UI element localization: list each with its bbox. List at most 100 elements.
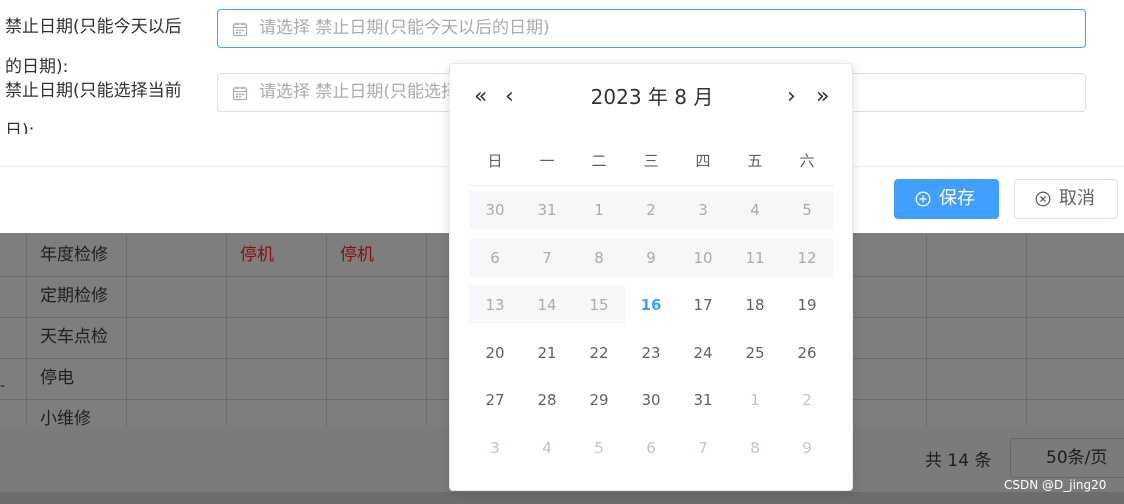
calendar-day[interactable]: 3: [469, 429, 521, 467]
calendar-day: 9: [625, 238, 677, 277]
calendar-day[interactable]: 29: [573, 381, 625, 419]
calendar-icon: [232, 22, 248, 37]
calendar-day[interactable]: 31: [677, 381, 729, 419]
calendar-day[interactable]: 7: [677, 429, 729, 467]
calendar-day[interactable]: 20: [469, 334, 521, 372]
weekday-header: 三: [643, 152, 659, 170]
calendar-day: 31: [521, 191, 573, 229]
calendar-day[interactable]: 26: [781, 334, 833, 372]
calendar-day: 30: [469, 191, 521, 229]
save-label: 保存: [939, 188, 975, 209]
table-cell: [326, 317, 426, 358]
table-cell: [126, 276, 226, 317]
date-picker-panel: « ‹ 2023 年 8 月 › » 日一二三四五六 30 31 1 2 3 4 5 6 7 8 9…: [449, 63, 853, 491]
calendar-day: 7: [521, 238, 573, 277]
weekday-header: 五: [747, 152, 763, 170]
table-cell: [926, 235, 1026, 276]
table-cell: 停机: [326, 235, 426, 276]
calendar-day: 4: [729, 191, 781, 229]
calendar-day: 3: [677, 191, 729, 229]
calendar-day: 13: [469, 286, 521, 325]
weekday-divider: [469, 185, 834, 186]
forbidden-date-input-1[interactable]: 请选择 禁止日期(只能今天以后的日期): [217, 9, 1086, 48]
table-cell: [226, 276, 326, 317]
calendar-day[interactable]: 18: [729, 286, 781, 324]
calendar-day[interactable]: 9: [781, 429, 833, 467]
table-cell: [926, 276, 1026, 317]
table-cell: [926, 358, 1026, 399]
row-name-cell: 定期检修: [26, 276, 126, 317]
weekday-header: 一: [539, 152, 555, 170]
field2-label-cont: 日):: [5, 121, 35, 134]
table-cell: [926, 399, 1026, 426]
table-cell: [1026, 235, 1124, 276]
save-button[interactable]: 保存: [894, 179, 999, 219]
date-input-placeholder: 请选择 禁止日期(只能选择: [259, 82, 459, 102]
calendar-day[interactable]: 2: [781, 381, 833, 419]
calendar-day: 5: [781, 191, 833, 229]
table-cell: [1026, 276, 1124, 317]
weekday-header: 二: [591, 152, 607, 170]
next-year-button[interactable]: »: [816, 84, 829, 110]
calendar-day[interactable]: 17: [677, 286, 729, 324]
table-cell: [326, 276, 426, 317]
page-size-select[interactable]: 50条/页: [1010, 438, 1124, 478]
calendar-day[interactable]: 19: [781, 286, 833, 324]
table-cell: [226, 317, 326, 358]
calendar-day[interactable]: 5: [573, 429, 625, 467]
cancel-button[interactable]: 取消: [1014, 179, 1118, 219]
calendar-day[interactable]: 4: [521, 429, 573, 467]
calendar-day: 8: [573, 238, 625, 277]
calendar-day[interactable]: 25: [729, 334, 781, 372]
date-input-placeholder: 请选择 禁止日期(只能今天以后的日期): [259, 18, 550, 38]
row-name-cell: 年度检修: [26, 235, 126, 276]
table-cell: [1026, 399, 1124, 426]
calendar-day[interactable]: 1: [729, 381, 781, 419]
horizontal-scrollbar[interactable]: [0, 492, 1124, 504]
field1-label: 禁止日期(只能今天以后: [5, 17, 182, 37]
weekday-header: 日: [487, 152, 503, 170]
table-cell: [226, 399, 326, 426]
weekday-header: 四: [695, 152, 711, 170]
calendar-day[interactable]: 22: [573, 334, 625, 372]
calendar-day: 15: [573, 286, 625, 325]
calendar-day[interactable]: 27: [469, 381, 521, 419]
pagination-total: 共 14 条: [925, 451, 992, 471]
calendar-day: 2: [625, 191, 677, 229]
table-cell: [926, 317, 1026, 358]
calendar-day: 6: [469, 238, 521, 277]
row-name-cell: 天车点检: [26, 317, 126, 358]
table-cell: [326, 399, 426, 426]
next-month-button[interactable]: ›: [787, 84, 796, 110]
calendar-day: 10: [677, 238, 729, 277]
row-name-cell: 停电: [26, 358, 126, 399]
calendar-day[interactable]: 6: [625, 429, 677, 467]
table-cell: [126, 235, 226, 276]
calendar-day[interactable]: 30: [625, 381, 677, 419]
calendar-day: 14: [521, 286, 573, 325]
calendar-icon: [232, 86, 248, 101]
calendar-day[interactable]: 16: [625, 286, 677, 324]
plus-circle-icon: [915, 191, 931, 207]
row-marker: -: [0, 378, 6, 394]
calendar-day[interactable]: 23: [625, 334, 677, 372]
calendar-day[interactable]: 24: [677, 334, 729, 372]
table-cell: [1026, 317, 1124, 358]
table-cell: [126, 399, 226, 426]
table-cell: [126, 358, 226, 399]
table-cell: 停机: [226, 235, 326, 276]
calendar-day[interactable]: 28: [521, 381, 573, 419]
calendar-day: 12: [781, 238, 833, 277]
table-cell: [126, 317, 226, 358]
weekday-header: 六: [799, 152, 815, 170]
watermark: CSDN @D_jing20: [1004, 478, 1107, 492]
calendar-day[interactable]: 21: [521, 334, 573, 372]
field2-label: 禁止日期(只能选择当前: [5, 81, 182, 101]
close-circle-icon: [1035, 191, 1051, 207]
table-cell: [226, 358, 326, 399]
calendar-day: 1: [573, 191, 625, 229]
calendar-day[interactable]: 8: [729, 429, 781, 467]
table-cell: [1026, 358, 1124, 399]
cancel-label: 取消: [1059, 188, 1095, 209]
calendar-day: 11: [729, 238, 781, 277]
